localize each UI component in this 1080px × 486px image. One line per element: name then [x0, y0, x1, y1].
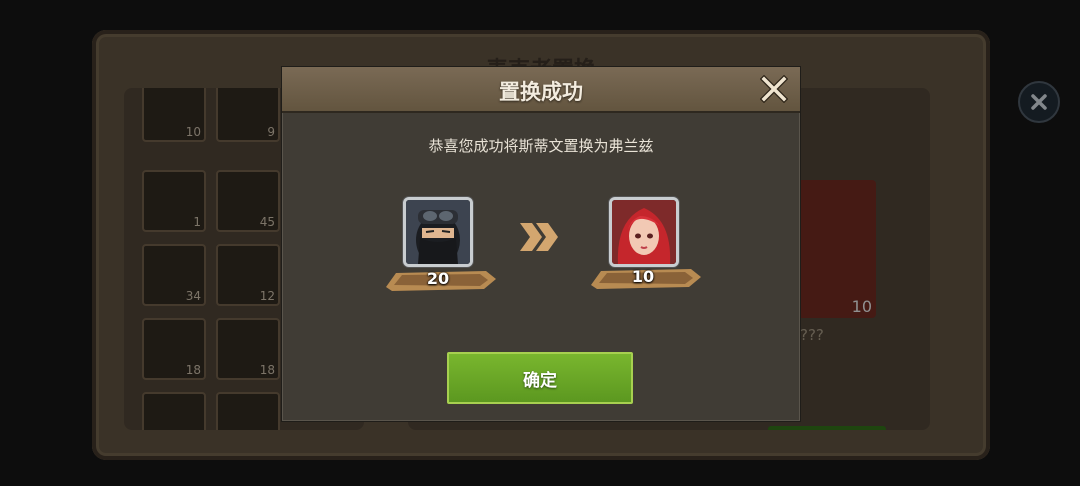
from-hero-avatar	[403, 197, 473, 267]
dialog-title: 置换成功	[499, 80, 583, 104]
dialog-header: 置换成功	[282, 67, 800, 113]
confirm-button-label: 确定	[523, 370, 557, 391]
dialog-close-button[interactable]	[759, 74, 789, 104]
to-hero-level: 10	[631, 267, 655, 286]
dialog-message: 恭喜您成功将斯蒂文置换为弗兰兹	[428, 137, 654, 155]
double-chevron-right-icon	[520, 223, 558, 251]
from-hero-level: 20	[426, 269, 450, 288]
swap-success-dialog: 置换成功 恭喜您成功将斯蒂文置换为弗兰兹 20 10 确定	[281, 66, 801, 422]
close-icon	[759, 74, 789, 104]
red-haired-woman-portrait	[612, 200, 676, 264]
to-hero-avatar	[609, 197, 679, 267]
confirm-button[interactable]: 确定	[447, 352, 633, 404]
masked-soldier-portrait	[406, 200, 470, 264]
